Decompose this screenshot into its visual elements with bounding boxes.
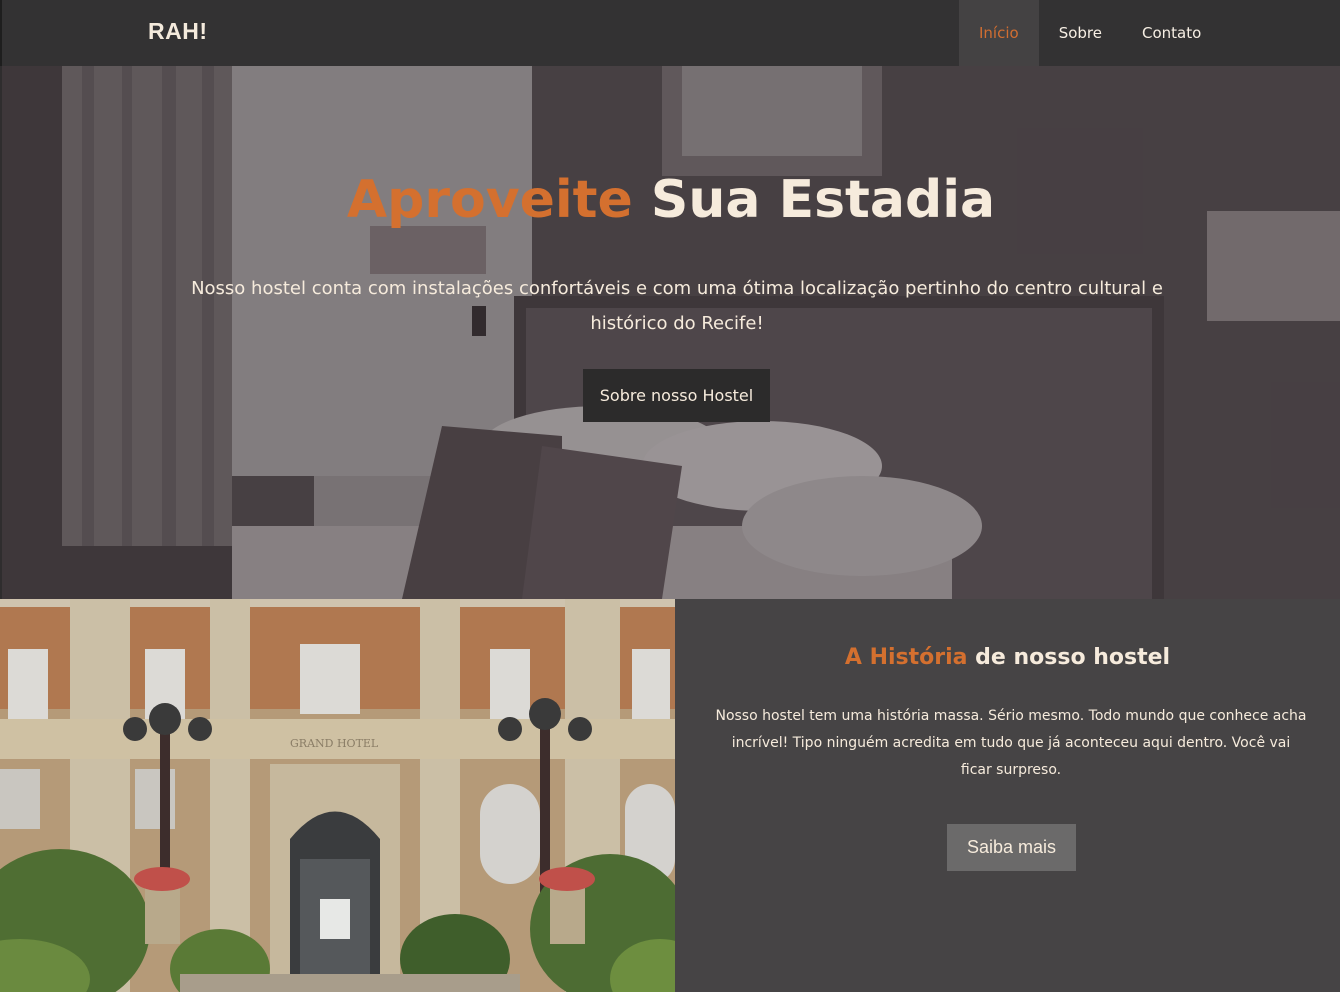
history-section: A História de nosso hostel Nosso hostel … (675, 599, 1340, 992)
hero-title: Aproveite Sua Estadia (2, 170, 1340, 230)
hotel-facade-image: GRAND HOTEL (0, 599, 675, 992)
history-title-rest: de nosso hostel (967, 645, 1171, 670)
hero-title-accent: Aproveite (346, 170, 633, 230)
history-title: A História de nosso hostel (675, 645, 1340, 670)
learn-more-button[interactable]: Saiba mais (947, 824, 1076, 871)
nav-item-inicio[interactable]: Início (959, 0, 1039, 66)
nav-item-sobre[interactable]: Sobre (1039, 0, 1122, 66)
brand-logo[interactable]: RAH! (148, 18, 208, 45)
hero-description: Nosso hostel conta com instalações confo… (191, 278, 1163, 334)
hero-section: Aproveite Sua Estadia Nosso hostel conta… (2, 66, 1340, 599)
history-title-accent: A História (844, 645, 968, 670)
nav-item-contato[interactable]: Contato (1122, 0, 1221, 66)
about-hostel-button[interactable]: Sobre nosso Hostel (583, 369, 770, 422)
hero-title-rest: Sua Estadia (632, 170, 996, 230)
history-description: Nosso hostel tem uma história massa. Sér… (715, 708, 1307, 778)
facade-sign: GRAND HOTEL (290, 737, 379, 750)
hotel-facade-drawing: GRAND HOTEL (0, 599, 675, 992)
main-nav: Início Sobre Contato (959, 0, 1221, 66)
navbar: RAH! Início Sobre Contato (0, 0, 1340, 66)
